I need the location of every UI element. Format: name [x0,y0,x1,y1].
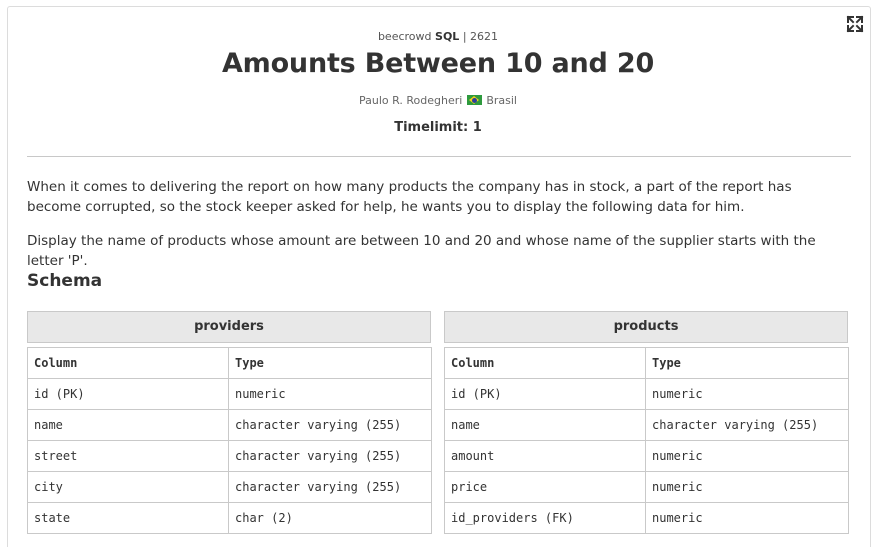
meta-separator: | [462,30,467,43]
table-row: state char (2) [27,502,432,534]
table-header-row: Column Type [444,347,849,379]
type-cell: character varying (255) [228,440,432,472]
table-row: id_providers (FK) numeric [444,502,849,534]
table-row: city character varying (255) [27,471,432,503]
column-cell: price [444,471,646,503]
brazil-flag-icon [466,95,482,105]
type-header: Type [228,347,432,379]
schema-table: Column Type id (PK) numeric name charact… [27,347,432,534]
table-title: providers [27,311,431,343]
column-cell: id_providers (FK) [444,502,646,534]
problem-meta: beecrowd SQL | 2621 [0,30,876,43]
table-row: amount numeric [444,440,849,472]
schema-table: Column Type id (PK) numeric name charact… [444,347,849,534]
table-row: id (PK) numeric [27,378,432,410]
type-cell: character varying (255) [228,409,432,441]
column-cell: city [27,471,229,503]
column-cell: name [27,409,229,441]
table-row: street character varying (255) [27,440,432,472]
table-row: name character varying (255) [444,409,849,441]
table-title: products [444,311,848,343]
schema-table-products: products Column Type id (PK) numeric nam… [444,311,849,534]
type-cell: numeric [645,471,849,503]
column-cell: id (PK) [444,378,646,410]
table-row: price numeric [444,471,849,503]
type-cell: numeric [228,378,432,410]
column-cell: id (PK) [27,378,229,410]
column-header: Column [27,347,229,379]
type-cell: char (2) [228,502,432,534]
type-cell: character varying (255) [228,471,432,503]
type-cell: numeric [645,502,849,534]
source-label: beecrowd [377,30,432,43]
description-paragraph-1: When it comes to delivering the report o… [27,179,792,215]
table-header-row: Column Type [27,347,432,379]
column-cell: name [444,409,646,441]
type-cell: character varying (255) [645,409,849,441]
description-paragraph-2: Display the name of products whose amoun… [27,233,816,269]
type-cell: numeric [645,378,849,410]
column-cell: state [27,502,229,534]
author-country: Brasil [486,94,517,107]
type-cell: numeric [645,440,849,472]
schema-heading: Schema [27,271,103,291]
page-title: Amounts Between 10 and 20 [221,48,655,79]
table-row: id (PK) numeric [444,378,849,410]
column-cell: street [27,440,229,472]
column-header: Column [444,347,646,379]
column-cell: amount [444,440,646,472]
author-name: Paulo R. Rodegheri [359,94,463,107]
problem-number: 2621 [470,30,499,43]
category-label: SQL [435,30,460,43]
type-header: Type [645,347,849,379]
timelimit-label: Timelimit: 1 [394,120,482,135]
table-row: name character varying (255) [27,409,432,441]
divider [27,156,851,157]
schema-table-providers: providers Column Type id (PK) numeric na… [27,311,432,534]
author-line: Paulo R. Rodegheri Brasil [0,94,876,107]
